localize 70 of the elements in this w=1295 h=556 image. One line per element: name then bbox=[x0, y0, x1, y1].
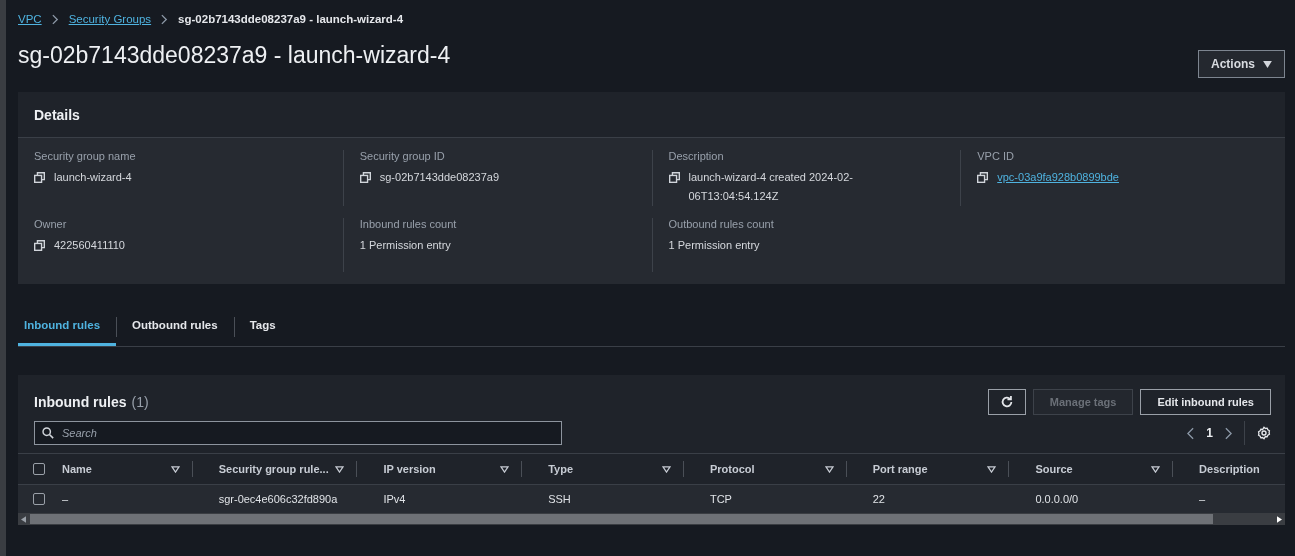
tab[interactable]: Outbound rules bbox=[116, 306, 234, 346]
scroll-right-icon[interactable] bbox=[1277, 515, 1282, 523]
copy-icon[interactable] bbox=[977, 172, 989, 183]
rule-count: (1) bbox=[131, 394, 149, 410]
breadcrumb-link[interactable]: VPC bbox=[18, 13, 42, 25]
field-label: Inbound rules count bbox=[359, 218, 458, 230]
filter-icon[interactable] bbox=[500, 465, 510, 473]
refresh-icon bbox=[999, 395, 1014, 409]
table-cell: – bbox=[1199, 493, 1206, 505]
field-value: 1 Permission entry bbox=[668, 238, 760, 253]
column-header[interactable]: Description bbox=[1199, 463, 1260, 475]
caret-icon bbox=[1263, 60, 1272, 68]
search-field[interactable]: Search bbox=[34, 421, 562, 445]
copy-icon[interactable] bbox=[668, 172, 680, 183]
field-value: launch-wizard-4 bbox=[54, 170, 132, 185]
filter-icon[interactable] bbox=[335, 465, 345, 473]
table-cell: 22 bbox=[872, 493, 885, 505]
section-heading: Details bbox=[34, 107, 80, 123]
field-value: sg-02b7143dde08237a9 bbox=[379, 170, 500, 185]
column-header[interactable]: Type bbox=[548, 463, 573, 475]
vpc-link[interactable]: vpc-03a9fa928b0899bde bbox=[997, 168, 1119, 187]
tab[interactable]: Tags bbox=[233, 306, 292, 346]
field-label: Security group name bbox=[34, 150, 137, 162]
copy-icon[interactable] bbox=[34, 240, 45, 251]
table-cell: sgr-0ec4e606c32fd890a bbox=[218, 493, 338, 505]
section-heading: Inbound rules bbox=[34, 394, 127, 410]
field-value: 422560411110 bbox=[54, 238, 125, 253]
page-number[interactable]: 1 bbox=[1206, 426, 1213, 440]
filter-icon[interactable] bbox=[1151, 465, 1161, 473]
table-cell: – bbox=[61, 493, 69, 505]
copy-icon[interactable] bbox=[34, 172, 45, 183]
table-cell: TCP bbox=[709, 493, 732, 505]
filter-icon[interactable] bbox=[170, 465, 180, 473]
previous-page-icon[interactable] bbox=[1187, 426, 1195, 440]
field-label: Security group ID bbox=[359, 150, 446, 162]
column-header[interactable]: Protocol bbox=[709, 463, 755, 475]
field-label: Description bbox=[668, 150, 725, 162]
tab[interactable]: Inbound rules bbox=[18, 306, 117, 346]
chevron-icon bbox=[161, 13, 169, 25]
copy-icon[interactable] bbox=[359, 172, 371, 183]
actions-button[interactable]: Actions bbox=[1198, 50, 1285, 78]
filter-icon[interactable] bbox=[824, 465, 834, 473]
column-header[interactable]: Port range bbox=[872, 463, 928, 475]
filter-icon[interactable] bbox=[661, 465, 671, 473]
settings-icon[interactable] bbox=[1257, 426, 1271, 440]
table-cell: IPv4 bbox=[383, 493, 406, 505]
field-label: Outbound rules count bbox=[668, 218, 775, 230]
refresh-button[interactable] bbox=[987, 389, 1026, 415]
table-cell: 0.0.0.0/0 bbox=[1035, 493, 1079, 505]
search-icon bbox=[42, 427, 54, 439]
row-checkbox[interactable] bbox=[33, 493, 45, 505]
column-header[interactable]: Name bbox=[61, 463, 92, 475]
field-value: launch-wizard-4 created 2024-02-06T13:04:54.124Z bbox=[688, 170, 854, 204]
scroll-left-icon[interactable] bbox=[21, 515, 26, 523]
filter-icon[interactable] bbox=[987, 465, 997, 473]
column-header[interactable]: Security group rule... bbox=[218, 463, 329, 475]
next-page-icon[interactable] bbox=[1225, 426, 1232, 440]
toolbar-button[interactable]: Edit inbound rules bbox=[1140, 389, 1271, 415]
chevron-icon bbox=[51, 13, 59, 25]
breadcrumb-link[interactable]: Security Groups bbox=[68, 13, 152, 25]
column-header[interactable]: IP version bbox=[383, 463, 436, 475]
page-title: sg-02b7143dde08237a9 - launch-wizard-4 bbox=[18, 41, 451, 69]
table-cell: SSH bbox=[548, 493, 571, 505]
breadcrumb-current: sg-02b7143dde08237a9 - launch-wizard-4 bbox=[178, 13, 404, 25]
field-value: 1 Permission entry bbox=[359, 238, 451, 253]
horizontal-scrollbar[interactable] bbox=[18, 513, 1285, 525]
select-all-checkbox[interactable] bbox=[33, 463, 45, 475]
field-label: VPC ID bbox=[977, 150, 1015, 162]
field-label: Owner bbox=[34, 218, 68, 230]
column-header[interactable]: Source bbox=[1035, 463, 1073, 475]
